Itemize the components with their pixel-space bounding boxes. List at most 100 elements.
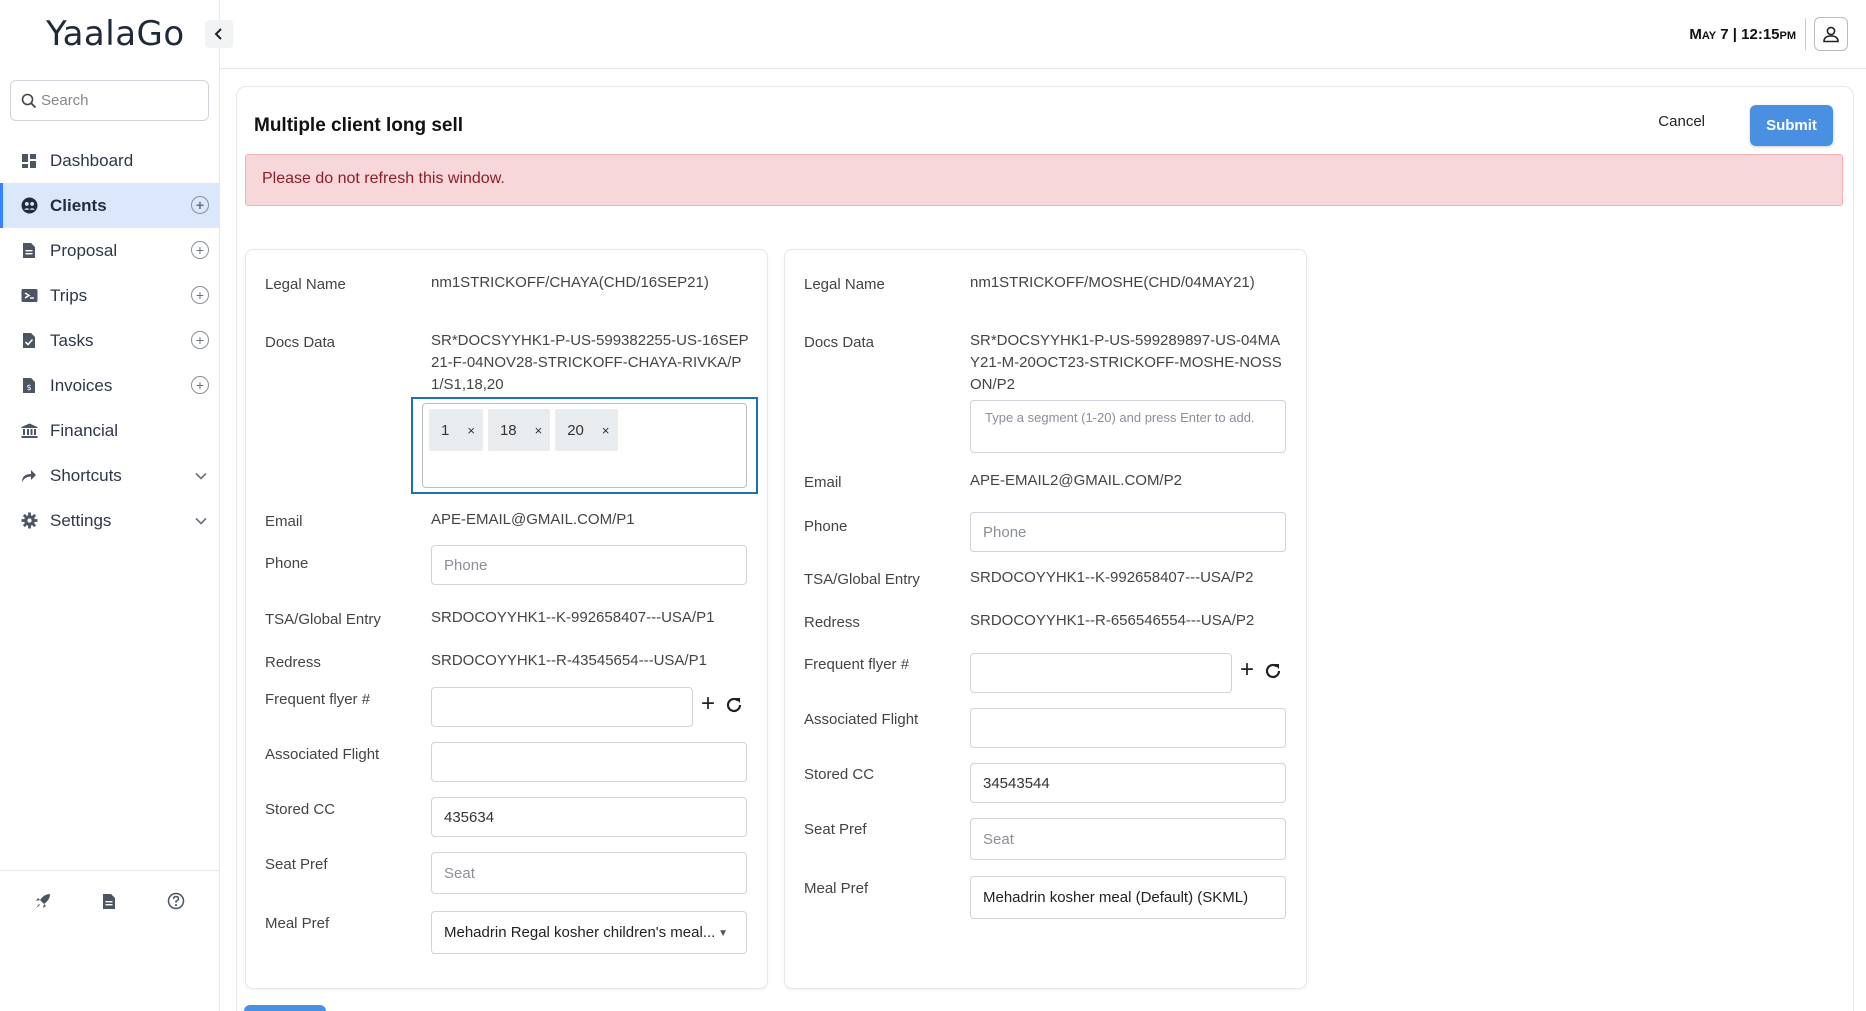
client-card-2: Legal Name nm1STRICKOFF/MOSHE(CHD/04MAY2… bbox=[784, 249, 1307, 989]
sidebar-item-tasks[interactable]: Tasks + bbox=[0, 318, 219, 363]
docs-data-line: 1/S1,18,20 bbox=[431, 376, 504, 393]
clients-icon bbox=[20, 197, 38, 215]
help-icon[interactable] bbox=[165, 890, 187, 912]
brand-logo: YaalaGo bbox=[46, 14, 185, 54]
divider bbox=[1805, 18, 1806, 50]
add-trip-icon[interactable]: + bbox=[191, 286, 209, 304]
chevron-down-icon[interactable] bbox=[195, 467, 207, 483]
phone-input[interactable] bbox=[970, 512, 1286, 552]
warning-alert: Please do not refresh this window. bbox=[245, 154, 1843, 206]
tsa-label: TSA/Global Entry bbox=[265, 611, 381, 628]
chevron-down-icon[interactable] bbox=[195, 512, 207, 528]
tsa-value: SRDOCOYYHK1--K-992658407---USA/P2 bbox=[970, 569, 1254, 586]
frequent-flyer-input[interactable] bbox=[431, 687, 693, 727]
remove-chip-icon[interactable]: × bbox=[602, 423, 610, 438]
stored-cc-input[interactable] bbox=[431, 797, 747, 837]
refresh-icon[interactable] bbox=[1263, 661, 1283, 681]
search-icon bbox=[21, 93, 37, 108]
phone-label: Phone bbox=[265, 555, 309, 572]
sidebar-item-clients[interactable]: Clients + bbox=[0, 183, 219, 228]
sidebar-nav: Dashboard Clients + Proposal + Trips + T… bbox=[0, 138, 219, 543]
associated-flight-input[interactable] bbox=[970, 708, 1286, 748]
redress-value: SRDOCOYYHK1--R-656546554---USA/P2 bbox=[970, 612, 1255, 629]
add-proposal-icon[interactable]: + bbox=[191, 241, 209, 259]
associated-flight-input[interactable] bbox=[431, 742, 747, 782]
page-title: Multiple client long sell bbox=[254, 115, 464, 136]
phone-input[interactable] bbox=[431, 545, 747, 585]
legal-name-label: Legal Name bbox=[265, 276, 346, 293]
sidebar-item-financial[interactable]: Financial bbox=[0, 408, 219, 453]
segment-input[interactable]: Type a segment (1-20) and press Enter to… bbox=[970, 400, 1286, 453]
sidebar: YaalaGo Dashboard Clients + Proposal + bbox=[0, 0, 233, 1011]
add-task-icon[interactable]: + bbox=[191, 331, 209, 349]
frequent-flyer-input[interactable] bbox=[970, 653, 1232, 693]
docs-data-line: ON/P2 bbox=[970, 376, 1016, 393]
frequent-flyer-label: Frequent flyer # bbox=[804, 656, 910, 673]
sidebar-item-label: Tasks bbox=[50, 330, 94, 350]
meal-pref-select[interactable]: Mehadrin kosher meal (Default) (SKML) bbox=[970, 876, 1286, 919]
legal-name-value: nm1STRICKOFF/CHAYA(CHD/16SEP21) bbox=[431, 274, 709, 291]
seat-pref-input[interactable] bbox=[970, 818, 1286, 860]
dashboard-icon bbox=[20, 152, 38, 170]
sidebar-item-shortcuts[interactable]: Shortcuts bbox=[0, 453, 219, 498]
associated-flight-label: Associated Flight bbox=[804, 711, 919, 728]
seat-pref-label: Seat Pref bbox=[804, 821, 867, 838]
tsa-value: SRDOCOYYHK1--K-992658407---USA/P1 bbox=[431, 609, 715, 626]
seat-pref-label: Seat Pref bbox=[265, 856, 328, 873]
remove-chip-icon[interactable]: × bbox=[535, 423, 543, 438]
search-box[interactable] bbox=[10, 80, 209, 121]
redress-label: Redress bbox=[804, 614, 860, 631]
sidebar-item-trips[interactable]: Trips + bbox=[0, 273, 219, 318]
remove-chip-icon[interactable]: × bbox=[467, 423, 475, 438]
segment-selector[interactable]: 1 × 18 × 20 × bbox=[411, 397, 758, 494]
add-frequent-flyer-icon[interactable]: + bbox=[1240, 658, 1254, 682]
svg-text:$: $ bbox=[27, 383, 32, 392]
docs-data-value: SR*DOCSYYHK1-P-US-599382255-US-16SEP 21-… bbox=[431, 330, 749, 396]
add-frequent-flyer-icon[interactable]: + bbox=[701, 692, 715, 716]
datetime-display: May 7 | 12:15pm bbox=[1689, 26, 1796, 43]
sidebar-item-proposal[interactable]: Proposal + bbox=[0, 228, 219, 273]
segment-chip: 20 × bbox=[555, 409, 618, 451]
docs-data-label: Docs Data bbox=[804, 334, 875, 351]
sidebar-item-settings[interactable]: Settings bbox=[0, 498, 219, 543]
search-input[interactable] bbox=[41, 92, 201, 109]
user-menu-button[interactable] bbox=[1814, 17, 1848, 51]
trips-icon bbox=[20, 287, 38, 305]
meal-pref-label: Meal Pref bbox=[804, 880, 869, 897]
sidebar-footer bbox=[0, 890, 219, 912]
meal-pref-value: Mehadrin Regal kosher children's meal... bbox=[444, 924, 716, 941]
sidebar-item-invoices[interactable]: $ Invoices + bbox=[0, 363, 219, 408]
frequent-flyer-label: Frequent flyer # bbox=[265, 691, 371, 708]
legal-name-label: Legal Name bbox=[804, 276, 885, 293]
user-icon bbox=[1823, 26, 1839, 43]
docs-data-value: SR*DOCSYYHK1-P-US-599289897-US-04MA Y21-… bbox=[970, 330, 1282, 396]
meal-pref-select[interactable]: Mehadrin Regal kosher children's meal...… bbox=[431, 911, 747, 954]
meal-pref-label: Meal Pref bbox=[265, 915, 330, 932]
document-icon[interactable] bbox=[98, 890, 120, 912]
sidebar-item-label: Invoices bbox=[50, 375, 113, 395]
stored-cc-input[interactable] bbox=[970, 763, 1286, 803]
add-invoice-icon[interactable]: + bbox=[191, 376, 209, 394]
sidebar-item-label: Proposal bbox=[50, 240, 118, 260]
sidebar-item-label: Clients bbox=[50, 195, 107, 215]
email-label: Email bbox=[265, 513, 303, 530]
sidebar-item-dashboard[interactable]: Dashboard bbox=[0, 138, 219, 183]
docs-data-line: SR*DOCSYYHK1-P-US-599289897-US-04MA bbox=[970, 332, 1281, 349]
redress-label: Redress bbox=[265, 654, 321, 671]
cancel-button[interactable]: Cancel bbox=[1658, 113, 1705, 130]
rocket-icon[interactable] bbox=[32, 890, 54, 912]
refresh-icon[interactable] bbox=[724, 695, 744, 715]
email-value: APE-EMAIL2@GMAIL.COM/P2 bbox=[970, 472, 1182, 489]
tasks-icon bbox=[20, 332, 38, 350]
segment-chip: 18 × bbox=[487, 409, 551, 451]
email-value: APE-EMAIL@GMAIL.COM/P1 bbox=[431, 511, 635, 528]
partial-button[interactable] bbox=[244, 1005, 326, 1011]
seat-pref-input[interactable] bbox=[431, 852, 747, 894]
add-client-icon[interactable]: + bbox=[191, 196, 209, 214]
associated-flight-label: Associated Flight bbox=[265, 746, 380, 763]
sidebar-item-label: Settings bbox=[50, 510, 112, 530]
tsa-label: TSA/Global Entry bbox=[804, 571, 920, 588]
segment-tags-input[interactable]: 1 × 18 × 20 × bbox=[422, 403, 747, 488]
sidebar-item-label: Dashboard bbox=[50, 150, 134, 170]
submit-button[interactable]: Submit bbox=[1750, 105, 1833, 146]
